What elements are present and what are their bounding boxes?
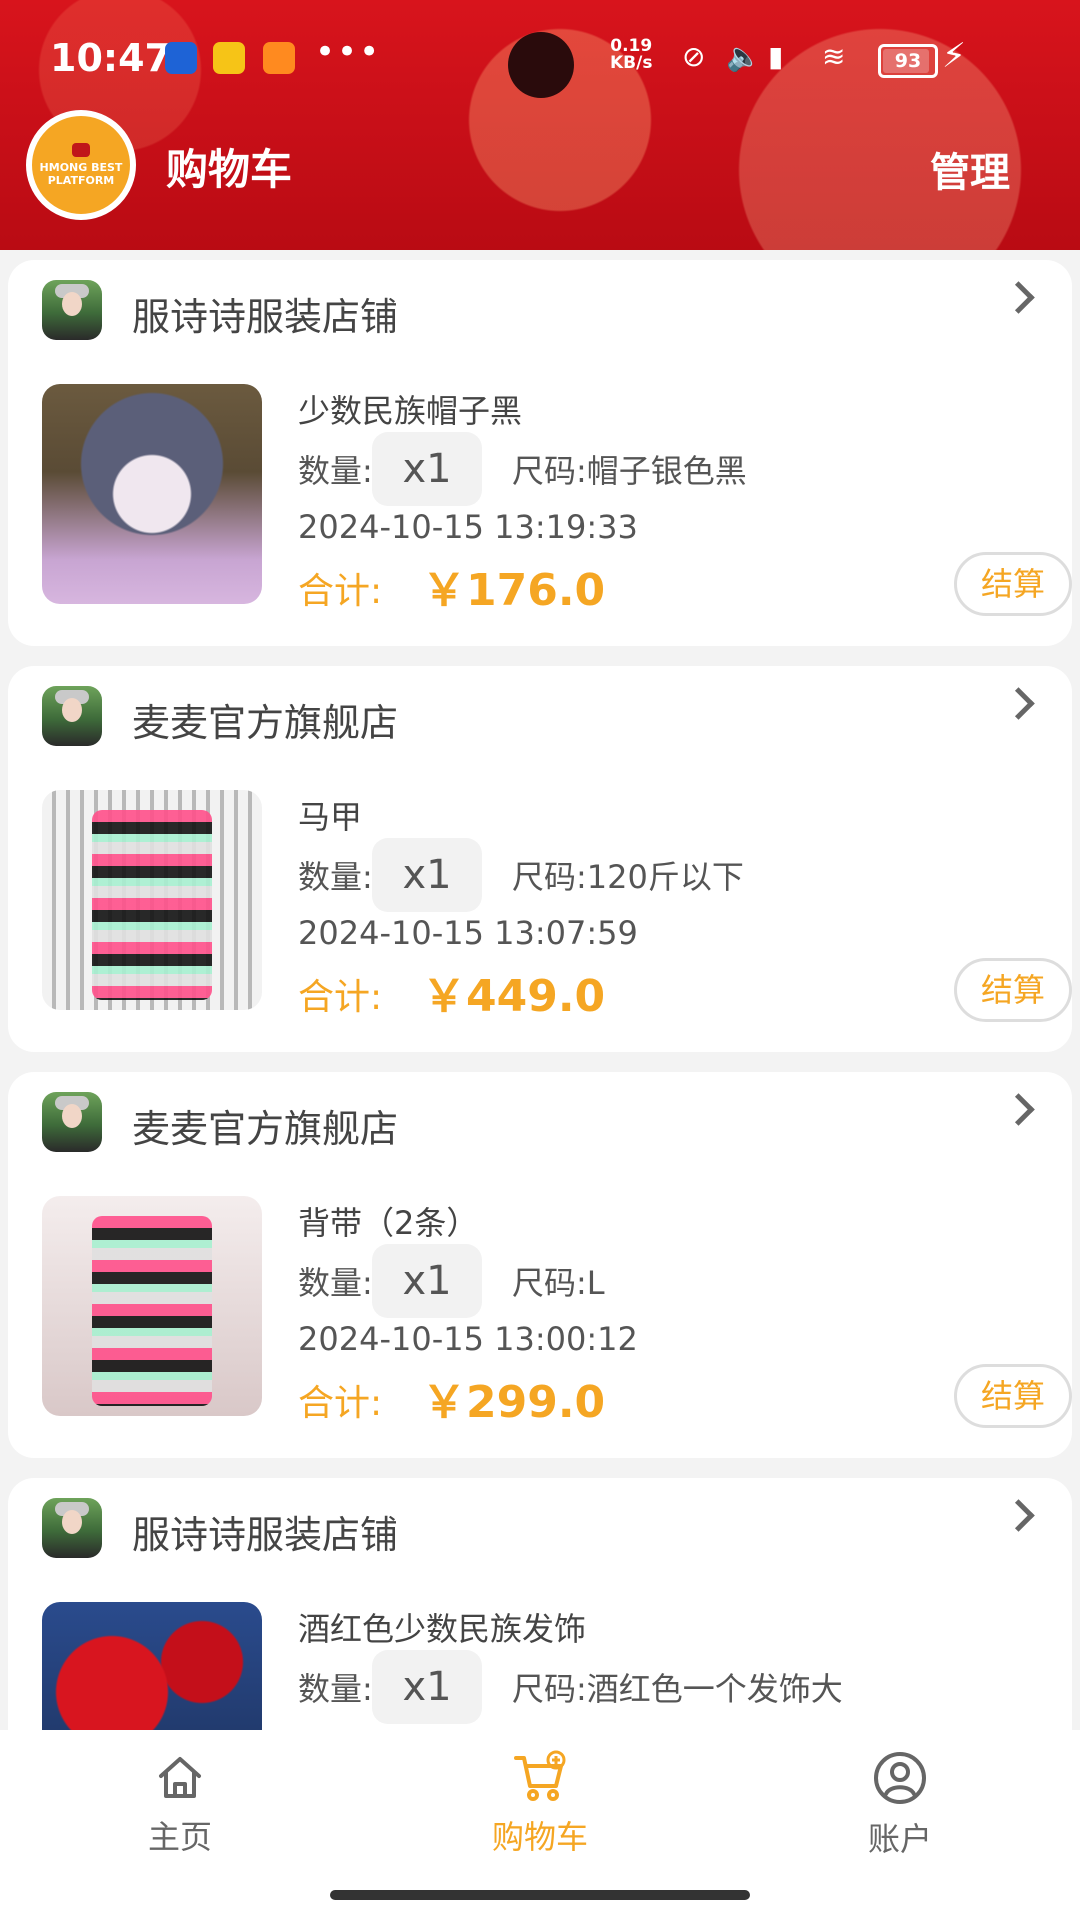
app-notification-icon [165,42,197,74]
total-label: 合计: [298,1383,383,1424]
status-time: 10:47 [50,36,171,80]
shop-avatar[interactable] [42,1498,102,1558]
app-logo[interactable]: HMONG BEST PLATFORM [26,110,136,220]
shop-name[interactable]: 麦麦官方旗舰店 [132,692,398,747]
added-date: 2024-10-15 13:07:59 [298,914,638,952]
signal-icon: ▮ [768,40,784,73]
account-icon [874,1752,926,1804]
cart-card: 麦麦官方旗舰店 马甲 数量: x1 尺码:120斤以下 2024-10-15 1… [8,666,1072,1052]
home-indicator[interactable] [330,1890,750,1900]
total-price: ￥299.0 [422,1377,606,1428]
product-name[interactable]: 酒红色少数民族发饰 [298,1604,586,1650]
bottom-nav: 主页 购物车 账户 [0,1730,1080,1920]
cart-icon [514,1750,566,1801]
nav-cart-label: 购物车 [491,1818,588,1856]
nav-cart[interactable]: 购物车 [440,1750,640,1858]
product-image[interactable] [42,384,262,604]
shop-name[interactable]: 麦麦官方旗舰店 [132,1098,398,1153]
chevron-right-icon[interactable] [1002,1093,1035,1126]
added-date: 2024-10-15 13:00:12 [298,1320,638,1358]
product-image[interactable] [42,1602,262,1730]
shop-name[interactable]: 服诗诗服装店铺 [132,286,398,341]
checkout-button[interactable]: 结算 [954,552,1072,616]
shop-name[interactable]: 服诗诗服装店铺 [132,1504,398,1559]
added-date: 2024-10-15 13:19:33 [298,508,638,546]
product-image[interactable] [42,1196,262,1416]
cart-card: 麦麦官方旗舰店 背带（2条） 数量: x1 尺码:L 2024-10-15 13… [8,1072,1072,1458]
nav-home-label: 主页 [147,1818,212,1856]
size-spec: 尺码:120斤以下 [512,858,744,896]
cart-list[interactable]: 服诗诗服装店铺 少数民族帽子黑 数量: x1 尺码:帽子银色黑 2024-10-… [0,250,1080,1730]
total-price: ￥176.0 [422,565,606,616]
quantity-stepper[interactable]: x1 [372,432,482,506]
page-title: 购物车 [166,145,293,194]
app-header: 10:47 ••• 0.19 KB/s ⊘ 🔈 ▮ ≋ 93 ⚡ HMONG B… [0,0,1080,250]
shop-avatar[interactable] [42,686,102,746]
home-icon [159,1757,201,1798]
charging-icon: ⚡ [942,36,966,76]
logo-text: HMONG BEST PLATFORM [39,161,123,187]
product-name[interactable]: 少数民族帽子黑 [298,386,522,432]
taobao-icon [263,42,295,74]
size-spec: 尺码:L [512,1264,605,1302]
chevron-right-icon[interactable] [1002,687,1035,720]
chevron-right-icon[interactable] [1002,281,1035,314]
total-label: 合计: [298,571,383,612]
checkout-button[interactable]: 结算 [954,1364,1072,1428]
shop-avatar[interactable] [42,1092,102,1152]
quantity-label: 数量: [298,1670,373,1708]
product-name[interactable]: 背带（2条） [298,1198,478,1244]
product-image[interactable] [42,790,262,1010]
network-speed: 0.19 KB/s [610,36,653,73]
shop-avatar[interactable] [42,280,102,340]
product-name[interactable]: 马甲 [298,792,362,838]
checkout-button[interactable]: 结算 [954,958,1072,1022]
quantity-label: 数量: [298,452,373,490]
quantity-stepper[interactable]: x1 [372,838,482,912]
quantity-stepper[interactable]: x1 [372,1650,482,1724]
size-spec: 尺码:帽子银色黑 [512,452,747,490]
quantity-stepper[interactable]: x1 [372,1244,482,1318]
volume-icon: 🔈 [726,40,761,73]
nav-account[interactable]: 账户 [800,1750,1000,1860]
nav-account-label: 账户 [867,1820,932,1858]
total-price: ￥449.0 [422,971,606,1022]
total-label: 合计: [298,977,383,1018]
size-spec: 尺码:酒红色一个发饰大 [512,1670,843,1708]
app-notification-icon [213,42,245,74]
quantity-label: 数量: [298,1264,373,1302]
logo-crest [72,143,90,157]
chevron-right-icon[interactable] [1002,1499,1035,1532]
manage-button[interactable]: 管理 [930,140,1010,198]
status-bar: 10:47 ••• 0.19 KB/s ⊘ 🔈 ▮ ≋ 93 ⚡ [50,32,1030,98]
no-sim-icon: ⊘ [682,40,706,73]
nav-home[interactable]: 主页 [80,1750,280,1858]
more-dots-icon: ••• [315,32,382,72]
cart-card: 服诗诗服装店铺 酒红色少数民族发饰 数量: x1 尺码:酒红色一个发饰大 [8,1478,1072,1730]
quantity-label: 数量: [298,858,373,896]
front-camera [508,32,574,98]
battery-icon: 93 [878,44,938,78]
cart-card: 服诗诗服装店铺 少数民族帽子黑 数量: x1 尺码:帽子银色黑 2024-10-… [8,260,1072,646]
wifi-icon: ≋ [822,40,846,73]
